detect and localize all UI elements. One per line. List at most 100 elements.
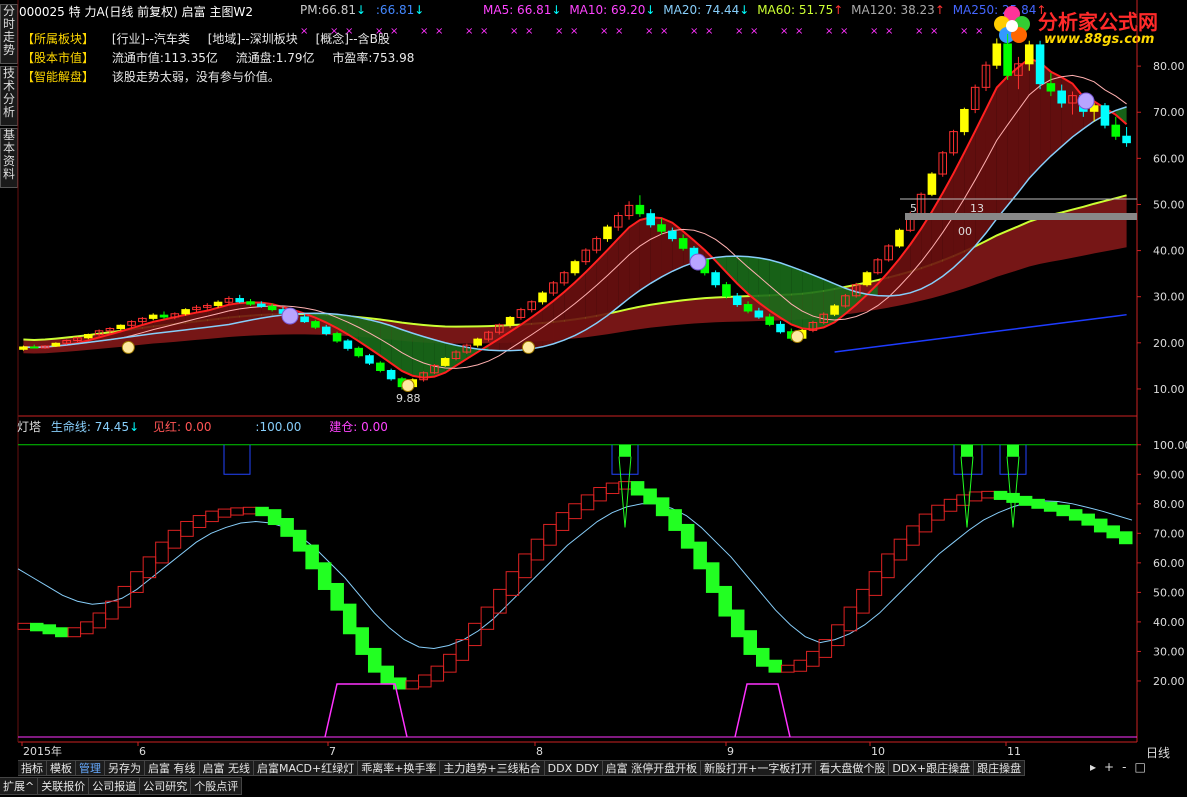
template-tab[interactable]: 管理 (76, 760, 105, 776)
lighthouse-step (530, 538, 545, 561)
ma-cloud-segment (867, 283, 878, 296)
brand-logo: 分析家公式网 www.88gs.com (990, 2, 1180, 52)
candle-body (289, 312, 299, 318)
ma-cloud-segment (683, 231, 694, 267)
lifeline-label: 生命线: 74.45 (50, 420, 130, 434)
template-tab[interactable]: DDX+跟庄操盘 (889, 760, 975, 776)
bottom-tab[interactable]: 公司报道 (89, 777, 141, 795)
template-tab[interactable]: 模板 (47, 760, 76, 776)
x-tick-label: 10 (871, 745, 885, 758)
bottom-tab[interactable]: 关联报价 (38, 777, 90, 795)
side-tab-fundamentals[interactable]: 基本资料 (0, 128, 18, 188)
template-tab[interactable]: 新股打开+一字板打开 (701, 760, 817, 776)
jianhong-label: 见红: 0.00 (152, 420, 212, 434)
y-tick-label: 40.00 (1153, 245, 1185, 258)
template-tab[interactable]: 启富 涨停开盘开板 (602, 760, 702, 776)
lighthouse-step (355, 627, 369, 655)
candle-body (787, 331, 796, 339)
ma-cloud-segment (88, 337, 100, 343)
down-arrow-icon: ↓ (356, 3, 367, 17)
candle-body (484, 331, 493, 340)
tab-add-icon[interactable]: + (1104, 760, 1114, 774)
bottom-tab[interactable]: 扩展^ (0, 777, 39, 795)
candle-body (1089, 105, 1099, 112)
candle-body (646, 213, 655, 226)
side-tab-technical[interactable]: 技术分析 (0, 66, 18, 126)
lighthouse-step (1056, 504, 1070, 517)
ma-band-fill (23, 195, 1127, 354)
money-bag-icon (401, 378, 415, 392)
candle-body (300, 316, 309, 323)
tab-scroll-right-icon[interactable]: ▸ (1090, 760, 1096, 774)
bottom-tab[interactable]: 公司研究 (140, 777, 192, 795)
candle-body (743, 304, 753, 312)
info-line-sector: 【所属板块】 [行业]--汽车类 [地域]--深圳板块 [概念]--含B股 (22, 30, 390, 47)
x-marker-icon: × (825, 26, 833, 37)
candle-body (408, 379, 418, 388)
template-tab[interactable]: DDX DDY (544, 760, 603, 776)
period-label[interactable]: 日线 (1146, 744, 1170, 761)
template-tab[interactable]: 主力趋势+三线粘合 (440, 760, 545, 776)
x-marker-icon: × (435, 26, 443, 37)
market-tag: 【股本市值】 (22, 51, 95, 65)
lighthouse-step (1081, 513, 1095, 526)
candle-body (862, 272, 872, 286)
up-arrow-icon: ↑ (934, 3, 945, 17)
candle-body (105, 328, 115, 332)
candle-body (538, 292, 547, 303)
lighthouse-step (568, 503, 582, 520)
template-tab[interactable]: 看大盘做个股 (816, 760, 890, 776)
template-tab[interactable]: 乖离率+换手率 (358, 760, 441, 776)
jiancang-pulse (324, 683, 408, 738)
lighthouse-step (205, 510, 219, 523)
sub-y-tick-label: 40.00 (1153, 616, 1185, 629)
ma-cloud-segment (1007, 67, 1019, 206)
lighthouse-step (543, 523, 557, 546)
ma-cloud-segment (1040, 62, 1051, 167)
tab-window-icon[interactable]: □ (1134, 760, 1145, 774)
ma-cloud-segment (228, 303, 240, 325)
lighthouse-step (80, 621, 94, 635)
template-tab[interactable]: 启富 有线 (145, 760, 200, 776)
candle-body (29, 346, 39, 349)
x-tick-label: 6 (139, 745, 146, 758)
sub-y-tick-label: 20.00 (1153, 675, 1185, 688)
ma-cloud-segment (877, 271, 889, 297)
x-marker-icon: × (600, 26, 608, 37)
template-tab[interactable]: 指标 (18, 760, 47, 776)
stock-name: 000025 特 力A (19, 5, 105, 19)
lighthouse-step (655, 497, 670, 517)
lighthouse-step (868, 571, 883, 596)
candle-body (668, 230, 677, 240)
ma-cloud-segment (1094, 101, 1105, 122)
candlestick-chart[interactable]: 10.00 20.00 30.00 40.00 50.00 60.00 70.00 80.00… (0, 0, 1187, 797)
template-tab[interactable]: 另存为 (105, 760, 145, 776)
lighthouse-step (518, 553, 532, 579)
bottom-tab[interactable]: 个股点评 (191, 777, 243, 795)
template-tab[interactable]: 启富 无线 (199, 760, 254, 776)
candle-body (343, 340, 353, 349)
signal-box (223, 444, 251, 475)
lighthouse-step (893, 538, 908, 561)
lighthouse-step (117, 585, 132, 608)
lighthouse-step (192, 515, 207, 528)
lighthouse-step (1118, 531, 1133, 545)
ma-cloud-segment (510, 324, 521, 351)
tab-controls: ▸ + - □ (1090, 760, 1146, 774)
ma-readout: MA5: 66.81↓ MA10: 69.20↓ MA20: 74.44↓ MA… (483, 3, 1046, 17)
template-tab[interactable]: 跟庄操盘 (974, 760, 1026, 776)
candle-body (905, 213, 915, 231)
concept-text: [概念]--含B股 (315, 32, 390, 46)
pm-value2: :66.81 (375, 3, 415, 17)
ma-cloud-segment (629, 220, 640, 299)
pm-value: 66.81 (321, 3, 356, 17)
template-tab[interactable]: 启富MACD+红绿灯 (254, 760, 359, 776)
ma-cloud-segment (672, 222, 684, 272)
lighthouse-step (180, 520, 194, 537)
lighthouse-step (993, 490, 1008, 500)
tab-remove-icon[interactable]: - (1122, 760, 1126, 774)
pm-readout: PM:66.81↓ :66.81↓ (300, 3, 424, 17)
side-tab-minute[interactable]: 分时走势 (0, 4, 18, 64)
candle-body (1100, 105, 1110, 126)
y-tick-label: 50.00 (1153, 198, 1185, 211)
